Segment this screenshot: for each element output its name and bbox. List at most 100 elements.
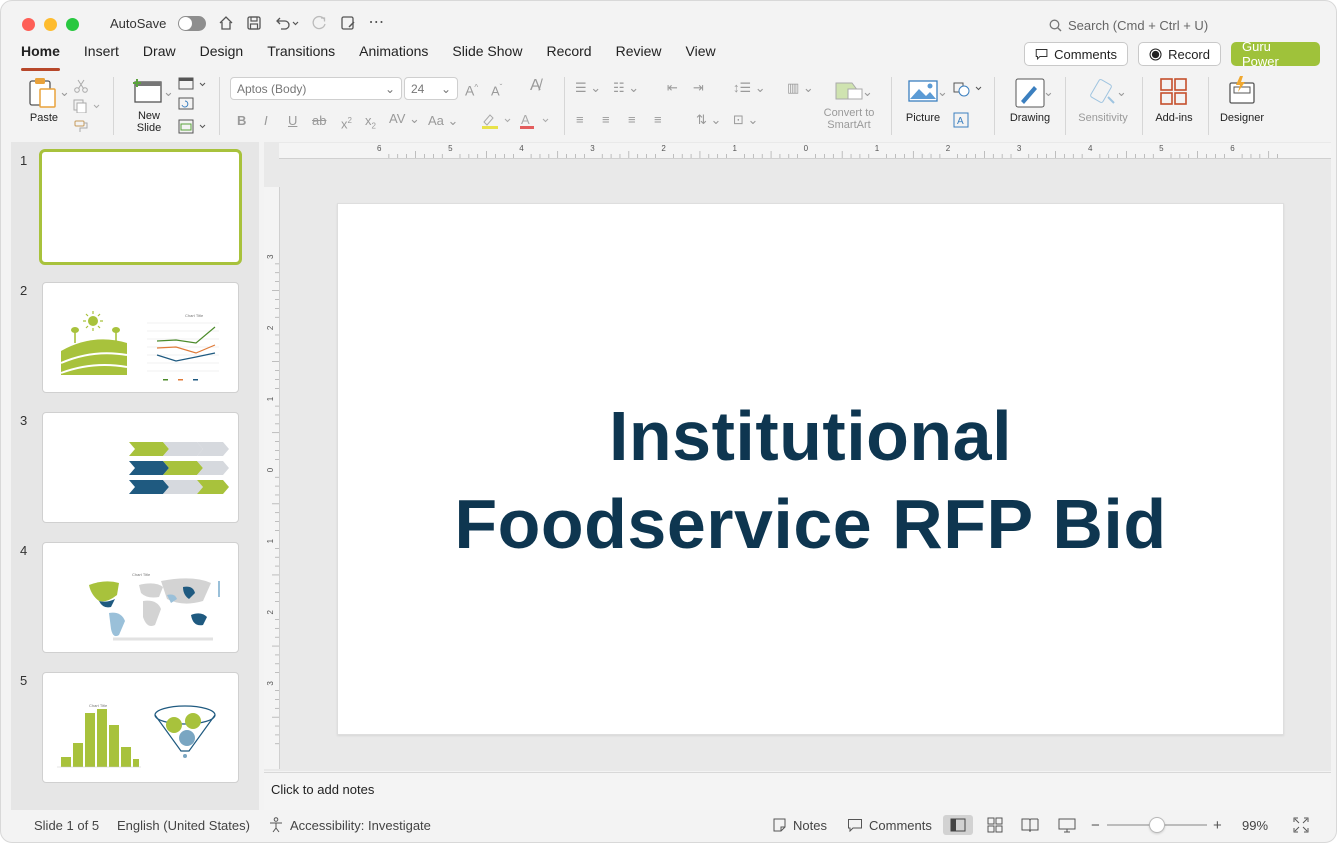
- slide-show-view-icon[interactable]: [1058, 817, 1076, 833]
- picture-label: Picture: [905, 112, 941, 124]
- comments-button-label: Comments: [1054, 46, 1117, 62]
- font-color-icon[interactable]: A: [518, 112, 552, 130]
- layout-icon[interactable]: [178, 77, 208, 91]
- undo-icon[interactable]: [274, 15, 300, 31]
- notes-pane[interactable]: Click to add notes: [264, 772, 1331, 810]
- designer-button[interactable]: Designer: [1217, 75, 1267, 124]
- slide-thumbnail-2[interactable]: Chart Title: [42, 282, 239, 393]
- justify-icon[interactable]: ≡: [654, 113, 662, 127]
- record-button[interactable]: Record: [1138, 42, 1221, 66]
- increase-font-size-icon[interactable]: A^: [465, 81, 478, 98]
- designer-icon: [1229, 76, 1255, 104]
- current-slide[interactable]: Institutional Foodservice RFP Bid: [337, 203, 1284, 735]
- tab-record[interactable]: Record: [546, 43, 591, 67]
- align-left-icon[interactable]: ≡: [576, 113, 584, 127]
- slide-thumbnail-4[interactable]: Chart Title: [42, 542, 239, 653]
- drawing-chevron-icon[interactable]: ⌄: [1043, 85, 1054, 99]
- paste-button[interactable]: Paste: [25, 77, 63, 124]
- save-icon[interactable]: [246, 15, 262, 31]
- notes-toggle-button[interactable]: Notes: [793, 818, 827, 833]
- minimize-window-button[interactable]: [44, 18, 57, 31]
- slide-thumbnail-1[interactable]: [39, 149, 242, 265]
- zoom-in-button[interactable]: +: [1213, 817, 1222, 834]
- tab-transitions[interactable]: Transitions: [267, 43, 335, 67]
- copy-icon[interactable]: [73, 99, 103, 113]
- comments-button[interactable]: Comments: [1024, 42, 1128, 66]
- ruler-label: 4: [1088, 144, 1093, 153]
- highlight-icon[interactable]: [480, 112, 514, 130]
- language-status[interactable]: English (United States): [117, 818, 250, 833]
- font-size-value: 24: [411, 81, 425, 96]
- text-box-icon[interactable]: A: [952, 111, 970, 129]
- columns-icon[interactable]: ▥ ⌄: [787, 81, 814, 95]
- redo-icon[interactable]: [312, 15, 328, 31]
- status-bar: Slide 1 of 5 English (United States) Acc…: [11, 811, 1331, 839]
- tab-insert[interactable]: Insert: [84, 43, 119, 67]
- decrease-indent-icon[interactable]: ⇤: [667, 81, 678, 95]
- slide-thumbnail-3[interactable]: [42, 412, 239, 523]
- decrease-font-size-icon[interactable]: Aˇ: [491, 81, 502, 98]
- save-as-icon[interactable]: [340, 15, 356, 31]
- tab-slide-show[interactable]: Slide Show: [452, 43, 522, 67]
- paste-options-chevron-icon[interactable]: ⌄: [59, 85, 70, 99]
- fit-to-window-icon[interactable]: [1293, 817, 1309, 833]
- accessibility-status[interactable]: Accessibility: Investigate: [290, 818, 431, 833]
- font-name-dropdown[interactable]: Aptos (Body) ⌄: [230, 77, 402, 100]
- superscript-icon[interactable]: x2: [341, 114, 352, 131]
- increase-indent-icon[interactable]: ⇥: [693, 81, 704, 95]
- reading-view-icon[interactable]: [1021, 817, 1039, 833]
- section-icon[interactable]: [178, 119, 208, 135]
- character-spacing-icon[interactable]: AV ⌄: [389, 112, 420, 126]
- guru-power-button[interactable]: Guru Power: [1231, 39, 1320, 69]
- normal-view-button[interactable]: [943, 815, 973, 835]
- ruler-label: 6: [1230, 144, 1235, 153]
- slide-sorter-view-icon[interactable]: [987, 817, 1003, 833]
- search-box[interactable]: Search (Cmd + Ctrl + U): [1049, 18, 1208, 33]
- bullets-icon[interactable]: ☰ ⌄: [575, 81, 601, 95]
- strikethrough-icon[interactable]: ab: [312, 114, 326, 128]
- ruler-label: 0: [804, 144, 809, 153]
- autosave-toggle[interactable]: [178, 15, 207, 31]
- clear-formatting-icon[interactable]: A̸: [530, 78, 541, 94]
- search-icon: [1049, 19, 1062, 32]
- new-slide-chevron-icon[interactable]: ⌄: [163, 85, 174, 99]
- slide-title-text[interactable]: Institutional Foodservice RFP Bid: [338, 392, 1283, 568]
- zoom-slider-thumb[interactable]: [1149, 817, 1165, 833]
- slide-thumbnail-5[interactable]: Chart Title: [42, 672, 239, 783]
- tab-review[interactable]: Review: [616, 43, 662, 67]
- text-direction-icon[interactable]: ⇅ ⌄: [696, 113, 721, 127]
- more-options-icon[interactable]: ⋯: [368, 15, 384, 31]
- shapes-icon[interactable]: [952, 81, 984, 97]
- underline-icon[interactable]: U: [288, 114, 297, 128]
- home-icon[interactable]: [218, 15, 234, 31]
- convert-chevron-icon[interactable]: ⌄: [862, 85, 873, 99]
- align-right-icon[interactable]: ≡: [628, 113, 636, 127]
- add-ins-button[interactable]: Add-ins: [1151, 77, 1197, 124]
- sensitivity-chevron-icon[interactable]: ⌄: [1116, 85, 1127, 99]
- change-case-icon[interactable]: Aa ⌄: [428, 114, 458, 128]
- notes-icon: [773, 818, 786, 832]
- tab-home[interactable]: Home: [21, 43, 60, 71]
- record-icon: [1149, 47, 1162, 61]
- tab-draw[interactable]: Draw: [143, 43, 176, 67]
- zoom-out-button[interactable]: −: [1091, 817, 1100, 834]
- subscript-icon[interactable]: x2: [365, 114, 376, 134]
- align-center-icon[interactable]: ≡: [602, 113, 610, 127]
- zoom-window-button[interactable]: [66, 18, 79, 31]
- comments-toggle-button[interactable]: Comments: [869, 818, 932, 833]
- tab-design[interactable]: Design: [200, 43, 244, 67]
- align-text-icon[interactable]: ⊡ ⌄: [733, 113, 758, 127]
- cut-icon[interactable]: [73, 79, 89, 93]
- format-painter-icon[interactable]: [73, 119, 89, 133]
- numbering-icon[interactable]: ☷ ⌄: [613, 81, 639, 95]
- picture-chevron-icon[interactable]: ⌄: [937, 85, 948, 99]
- line-spacing-icon[interactable]: ↕☰ ⌄: [733, 81, 766, 95]
- zoom-level[interactable]: 99%: [1242, 818, 1268, 833]
- reset-icon[interactable]: [178, 97, 194, 111]
- italic-icon[interactable]: I: [264, 114, 268, 128]
- close-window-button[interactable]: [22, 18, 35, 31]
- tab-animations[interactable]: Animations: [359, 43, 428, 67]
- font-size-dropdown[interactable]: 24 ⌄: [404, 77, 458, 100]
- bold-icon[interactable]: B: [237, 114, 246, 128]
- tab-view[interactable]: View: [686, 43, 716, 67]
